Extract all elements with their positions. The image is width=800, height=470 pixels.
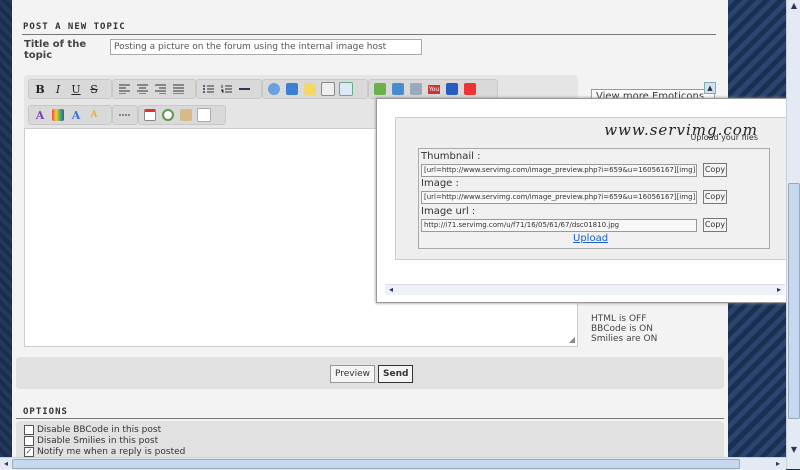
font-size-icon[interactable]: A	[67, 107, 85, 123]
image-host-icon[interactable]	[371, 81, 389, 97]
toolbar-group-misc	[138, 105, 226, 125]
copy-image-button[interactable]: Copy	[703, 190, 727, 204]
chevron-right-icon[interactable]: ▸	[773, 284, 785, 296]
upload-link[interactable]: Upload	[573, 233, 608, 244]
toolbar-group-align	[112, 79, 196, 99]
align-left-icon[interactable]	[115, 81, 133, 97]
resize-grip-icon[interactable]: ◢	[569, 335, 575, 344]
horizontal-rule-icon[interactable]	[235, 81, 253, 97]
horizontal-scroll-thumb[interactable]	[12, 459, 740, 469]
spoiler-icon[interactable]	[301, 81, 319, 97]
toolbar-group-break	[112, 105, 138, 125]
servimg-upload-popup: www.servimg.com Upload your files Thumbn…	[376, 98, 789, 303]
color-icon[interactable]	[49, 107, 67, 123]
chevron-left-icon[interactable]: ◂	[385, 284, 397, 296]
servimg-tagline: Upload your files	[690, 133, 758, 142]
upload-panel: www.servimg.com Upload your files Thumbn…	[395, 117, 789, 260]
checkbox-checked[interactable]: ✓	[24, 447, 34, 457]
chevron-up-icon[interactable]: ▲	[788, 0, 800, 12]
date-icon[interactable]	[141, 107, 159, 123]
smilies-status: Smilies are ON	[591, 334, 658, 344]
background-left	[0, 0, 12, 469]
option-notify-reply[interactable]: ✓ Notify me when a reply is posted	[24, 447, 185, 457]
image-label: Image :	[421, 178, 459, 189]
align-right-icon[interactable]	[151, 81, 169, 97]
image-url-label: Image url :	[421, 206, 476, 217]
font-style-icon[interactable]: A	[85, 107, 103, 123]
paste-icon[interactable]	[177, 107, 195, 123]
image-code-field[interactable]: [url=http://www.servimg.com/image_previe…	[421, 191, 697, 204]
align-center-icon[interactable]	[133, 81, 151, 97]
option-label: Disable BBCode in this post	[37, 425, 162, 435]
search-icon[interactable]	[159, 107, 177, 123]
upload-result-fields: Thumbnail : [url=http://www.servimg.com/…	[418, 148, 770, 249]
popup-horizontal-scrollbar[interactable]: ◂ ▸	[385, 284, 785, 295]
vertical-scroll-thumb[interactable]	[788, 183, 800, 419]
bold-icon[interactable]: B	[31, 81, 49, 97]
strikethrough-icon[interactable]: S	[85, 81, 103, 97]
bullet-list-icon[interactable]	[199, 81, 217, 97]
section-heading-post: POST A NEW TOPIC	[23, 22, 126, 32]
html-status: HTML is OFF	[591, 314, 647, 324]
chevron-up-icon[interactable]: ▲	[704, 82, 716, 94]
vertical-scrollbar[interactable]: ▲ ▼	[786, 0, 800, 469]
insert-image-icon[interactable]	[389, 81, 407, 97]
hide-icon[interactable]	[319, 81, 337, 97]
status-block: HTML is OFF BBCode is ON Smilies are ON	[591, 314, 657, 344]
quote-icon[interactable]	[265, 81, 283, 97]
option-label: Notify me when a reply is posted	[37, 447, 186, 457]
link-icon[interactable]	[407, 81, 425, 97]
topic-title-input[interactable]	[110, 39, 422, 55]
numbered-list-icon[interactable]	[217, 81, 235, 97]
italic-icon[interactable]: I	[49, 81, 67, 97]
horizontal-scrollbar[interactable]: ◂ ▸	[0, 457, 786, 470]
bbcode-status: BBCode is ON	[591, 324, 653, 334]
table-icon[interactable]	[337, 81, 355, 97]
send-button[interactable]: Send	[378, 365, 414, 383]
divider	[22, 34, 716, 35]
thumbnail-label: Thumbnail :	[421, 151, 481, 162]
chevron-right-icon[interactable]: ▸	[772, 458, 784, 470]
line-break-icon[interactable]	[115, 107, 133, 123]
code-icon[interactable]	[283, 81, 301, 97]
preview-button[interactable]: Preview	[330, 365, 376, 383]
option-disable-bbcode[interactable]: Disable BBCode in this post	[24, 425, 161, 435]
title-label: Title of the topic	[24, 39, 87, 61]
flash-icon[interactable]	[443, 81, 461, 97]
section-heading-options: OPTIONS	[23, 407, 68, 417]
image-url-field[interactable]: http://i71.servimg.com/u/f71/16/05/61/67…	[421, 219, 697, 232]
copy-thumbnail-button[interactable]: Copy	[703, 163, 727, 177]
thumbnail-code-field[interactable]: [url=http://www.servimg.com/image_previe…	[421, 164, 697, 177]
youtube-icon[interactable]: You	[425, 81, 443, 97]
dailymotion-icon[interactable]	[461, 81, 479, 97]
checkbox[interactable]	[24, 436, 34, 446]
divider	[16, 418, 724, 419]
chevron-left-icon[interactable]: ◂	[0, 458, 12, 470]
toolbar-group-text: B I U S	[28, 79, 112, 99]
option-label: Disable Smilies in this post	[37, 436, 159, 446]
copy-image-url-button[interactable]: Copy	[703, 218, 727, 232]
toolbar-group-lists	[196, 79, 262, 99]
preview-icon[interactable]	[195, 107, 213, 123]
submit-bar: Preview Send	[16, 357, 724, 389]
toolbar-group-media: You	[368, 79, 498, 99]
checkbox[interactable]	[24, 425, 34, 435]
toolbar-group-font: A A A	[28, 105, 112, 125]
chevron-down-icon[interactable]: ▼	[788, 444, 800, 456]
toolbar-group-blocks	[262, 79, 368, 99]
justify-icon[interactable]	[169, 81, 187, 97]
option-disable-smilies[interactable]: Disable Smilies in this post	[24, 436, 158, 446]
font-icon[interactable]: A	[31, 107, 49, 123]
underline-icon[interactable]: U	[67, 81, 85, 97]
